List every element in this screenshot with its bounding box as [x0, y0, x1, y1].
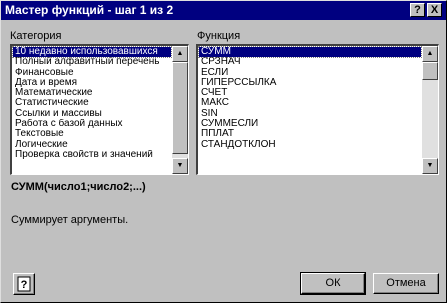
function-items: СУММ СРЗНАЧ ЕСЛИ ГИПЕРССЫЛКА СЧЁТ МАКС SIN СУММ…	[198, 46, 422, 150]
function-list-item[interactable]: СУММЕСЛИ	[199, 119, 421, 129]
function-list-item[interactable]: СЧЁТ	[199, 88, 421, 98]
function-list-item[interactable]: МАКС	[199, 98, 421, 108]
cancel-button[interactable]: Отмена	[373, 273, 439, 294]
title-close-button[interactable]: X	[427, 3, 442, 17]
category-scroll-thumb[interactable]	[172, 62, 188, 154]
function-scroll-down-button[interactable]: ▼	[422, 158, 438, 174]
function-wizard-dialog: Мастер функций - шаг 1 из 2 ? X Категори…	[0, 0, 447, 303]
category-list-item[interactable]: Ссылки и массивы	[13, 109, 171, 119]
category-list-item[interactable]: Полный алфавитный перечень	[13, 57, 171, 67]
function-list-item[interactable]: ЕСЛИ	[199, 68, 421, 78]
svg-text:?: ?	[21, 279, 28, 291]
help-question-icon: ?	[17, 276, 31, 292]
function-scroll-up-button[interactable]: ▲	[422, 46, 438, 62]
category-scroll-down-button[interactable]: ▼	[172, 158, 188, 174]
category-scroll-up-button[interactable]: ▲	[172, 46, 188, 62]
category-list-item[interactable]: Финансовые	[13, 68, 171, 78]
function-list-item[interactable]: СРЗНАЧ	[199, 57, 421, 67]
category-list-item[interactable]: Текстовые	[13, 129, 171, 139]
dialog-title: Мастер функций - шаг 1 из 2	[5, 3, 174, 17]
category-list-item[interactable]: Проверка свойств и значений	[13, 150, 171, 160]
function-label: Функция	[197, 30, 241, 42]
function-list-item[interactable]: СУММ	[198, 46, 422, 59]
category-list-item[interactable]: Работа с базой данных	[13, 119, 171, 129]
function-list-item[interactable]: ППЛАТ	[199, 129, 421, 139]
function-list-item[interactable]: ГИПЕРССЫЛКА	[199, 78, 421, 88]
ok-button[interactable]: ОК	[300, 272, 366, 295]
function-syntax: СУММ(число1;число2;...)	[11, 181, 146, 193]
category-list-item[interactable]: Логические	[13, 140, 171, 150]
help-button[interactable]: ?	[13, 273, 35, 295]
title-help-button[interactable]: ?	[410, 3, 425, 17]
function-description: Суммирует аргументы.	[11, 214, 129, 226]
category-list-item[interactable]: Математические	[13, 88, 171, 98]
title-bar[interactable]: Мастер функций - шаг 1 из 2 ? X	[1, 1, 446, 20]
category-list-item[interactable]: 10 недавно использовавшихся	[12, 46, 172, 59]
function-list-item[interactable]: СТАНДОТКЛОН	[199, 140, 421, 150]
category-items: 10 недавно использовавшихся Полный алфави…	[12, 46, 172, 160]
function-list-item[interactable]: SIN	[199, 109, 421, 119]
category-label: Категория	[10, 30, 62, 42]
category-list-item[interactable]: Дата и время	[13, 78, 171, 88]
function-listbox[interactable]: СУММ СРЗНАЧ ЕСЛИ ГИПЕРССЫЛКА СЧЁТ МАКС SIN СУММ…	[196, 44, 439, 175]
function-scroll-thumb[interactable]	[422, 62, 438, 80]
category-listbox[interactable]: 10 недавно использовавшихся Полный алфави…	[10, 44, 189, 175]
function-scrollbar[interactable]: ▲ ▼	[422, 46, 438, 174]
category-scrollbar[interactable]: ▲ ▼	[172, 46, 188, 174]
category-list-item[interactable]: Статистические	[13, 98, 171, 108]
